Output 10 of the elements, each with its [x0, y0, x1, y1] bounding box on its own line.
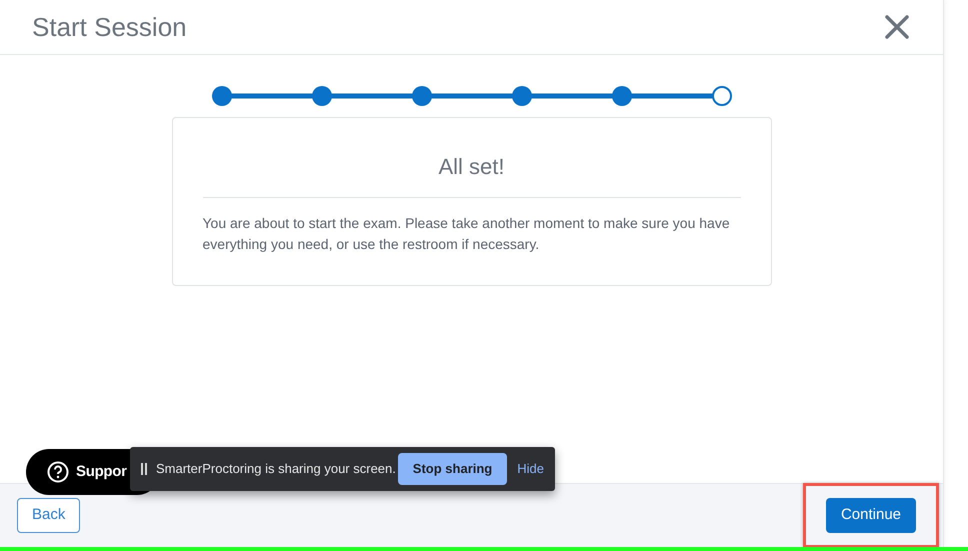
pause-icon	[140, 463, 148, 475]
card-message: You are about to start the exam. Please take another moment to make sure you have everything you need, or use the restroom if necessary.	[202, 214, 731, 254]
hide-link[interactable]: Hide	[517, 459, 544, 479]
close-icon[interactable]	[885, 15, 909, 39]
card-heading: All set!	[437, 153, 506, 181]
dialog-title: Start Session	[32, 10, 187, 44]
help-icon	[47, 461, 69, 483]
continue-button[interactable]: Continue	[826, 498, 916, 533]
back-button[interactable]: Back	[17, 498, 80, 533]
stop-sharing-button[interactable]: Stop sharing	[398, 453, 508, 485]
